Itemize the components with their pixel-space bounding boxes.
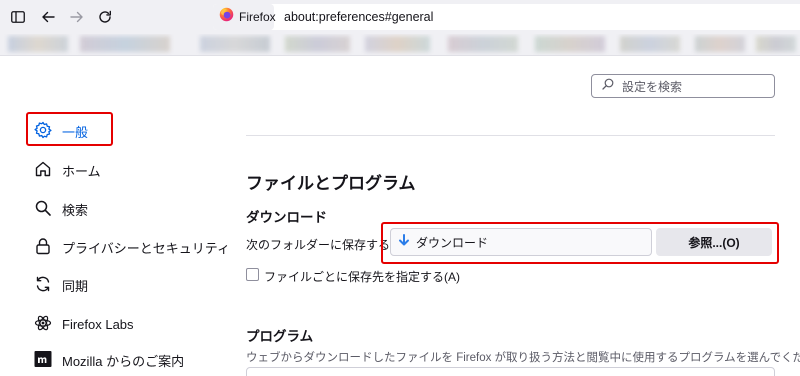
category-sync[interactable]: 同期 [34, 271, 88, 299]
applications-filter-input[interactable] [246, 367, 775, 376]
section-title: ファイルとプログラム [246, 174, 416, 193]
category-label: 同期 [62, 278, 89, 294]
reload-icon[interactable] [95, 7, 115, 27]
mozilla-icon [34, 350, 52, 371]
bookmark-item[interactable] [756, 36, 796, 52]
forward-icon[interactable] [67, 7, 87, 27]
ask-save-location-checkbox[interactable] [246, 268, 259, 281]
category-firefox-labs[interactable]: Firefox Labs [34, 310, 134, 338]
identity-label: Firefox [239, 10, 276, 24]
category-mozilla[interactable]: Mozilla からのご案内 [34, 346, 184, 374]
search-icon [602, 77, 614, 95]
browser-toolbar: Firefox about:preferences#general [0, 0, 800, 34]
category-label: 一般 [62, 124, 89, 140]
bookmarks-toolbar [0, 34, 800, 56]
labs-icon [34, 314, 52, 335]
search-input[interactable]: 設定を検索 [591, 74, 775, 98]
home-icon [34, 160, 52, 181]
identity-box[interactable]: Firefox [213, 4, 276, 30]
sync-icon [34, 275, 52, 296]
bookmark-item[interactable] [8, 36, 68, 52]
category-general[interactable]: 一般 [34, 117, 88, 145]
applications-heading: プログラム [246, 329, 314, 344]
sidebar-toggle-icon[interactable] [8, 7, 28, 27]
browse-button[interactable]: 参照...(O) [656, 228, 772, 256]
bookmark-item[interactable] [80, 36, 170, 52]
search-icon [34, 199, 52, 220]
bookmark-item[interactable] [535, 36, 605, 52]
search-placeholder: 設定を検索 [622, 79, 683, 94]
bookmark-item[interactable] [448, 36, 518, 52]
url-bar[interactable]: Firefox about:preferences#general [213, 4, 800, 30]
category-label: 検索 [62, 202, 89, 218]
lock-icon [34, 237, 52, 258]
bookmark-item[interactable] [285, 36, 350, 52]
downloads-heading: ダウンロード [246, 210, 327, 225]
bookmark-item[interactable] [200, 36, 270, 52]
bookmark-item[interactable] [620, 36, 680, 52]
category-home[interactable]: ホーム [34, 156, 101, 184]
bookmark-item[interactable] [365, 36, 430, 52]
firefox-logo-icon [219, 7, 234, 27]
ask-save-location-label[interactable]: ファイルごとに保存先を指定する(A) [264, 268, 460, 285]
download-folder-field[interactable]: ダウンロード [390, 228, 652, 256]
bookmark-item[interactable] [695, 36, 745, 52]
category-label: プライバシーとセキュリティ [62, 240, 230, 256]
download-arrow-icon [398, 233, 410, 251]
download-folder-value: ダウンロード [416, 235, 489, 250]
category-privacy[interactable]: プライバシーとセキュリティ [34, 233, 230, 261]
category-search[interactable]: 検索 [34, 195, 88, 223]
back-icon[interactable] [38, 7, 58, 27]
applications-description: ウェブからダウンロードしたファイルを Firefox が取り扱う方法と閲覧中に使… [246, 352, 800, 364]
category-label: Mozilla からのご案内 [62, 353, 185, 369]
category-label: ホーム [62, 163, 101, 179]
header-divider [246, 135, 775, 136]
url-text[interactable]: about:preferences#general [284, 10, 433, 24]
gear-icon [34, 121, 52, 142]
category-label: Firefox Labs [62, 316, 134, 332]
